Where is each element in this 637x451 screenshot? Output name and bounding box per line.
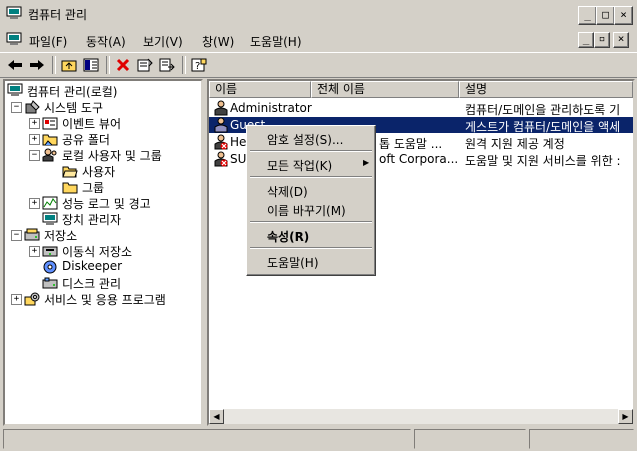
tree-item-groups[interactable]: 그룹 [82, 179, 104, 196]
tree-item-device-manager[interactable]: 장치 관리자 [62, 211, 121, 228]
list-row-administrator[interactable]: Administrator 컴퓨터/도메인을 관리하도록 기 [209, 100, 633, 117]
minimize-button[interactable]: _ [578, 6, 597, 25]
horizontal-scrollbar[interactable]: ◀ ▶ [209, 409, 633, 424]
tree-item-services-apps[interactable]: 서비스 및 응용 프로그램 [44, 291, 166, 308]
expand-icon[interactable]: + [11, 294, 22, 305]
event-viewer-icon [42, 117, 58, 130]
context-menu: 암호 설정(S)... 모든 작업(K) ▶ 삭제(D) 이름 바꾸기(M) 속… [246, 125, 376, 276]
computer-icon [7, 83, 23, 96]
user-icon [214, 117, 228, 133]
child-restore-button[interactable]: ▫ [594, 32, 610, 48]
user-full-name: oft Corpora... [379, 152, 459, 166]
column-header-description[interactable]: 설명 [459, 81, 633, 98]
column-header-name[interactable]: 이름 [209, 81, 311, 98]
tree-item-event-viewer[interactable]: 이벤트 뷰어 [62, 115, 121, 132]
menu-help[interactable]: 도움말(H) [250, 33, 302, 50]
expand-icon[interactable]: + [29, 118, 40, 129]
removable-storage-icon [42, 246, 58, 257]
submenu-arrow-icon: ▶ [363, 158, 370, 167]
expand-icon[interactable]: + [29, 134, 40, 145]
menu-view[interactable]: 보기(V) [143, 33, 183, 50]
console-tree: 컴퓨터 관리(로컬) − 시스템 도구 + 이벤트 뷰어 + 공유 폴더 − 로… [3, 79, 203, 426]
menu-item-help[interactable]: 도움말(H) [267, 254, 319, 271]
tree-root-computer-management[interactable]: 컴퓨터 관리(로컬) [27, 83, 117, 100]
user-icon [214, 100, 228, 116]
disabled-user-icon [214, 134, 228, 150]
tree-item-local-users-groups[interactable]: 로컬 사용자 및 그룹 [62, 147, 162, 164]
tree-item-disk-management[interactable]: 디스크 관리 [62, 275, 121, 292]
show-hide-tree-icon[interactable] [82, 56, 100, 74]
tree-item-system-tools[interactable]: 시스템 도구 [44, 99, 103, 116]
tree-item-users[interactable]: 사용자 [82, 163, 115, 180]
tree-item-performance-logs[interactable]: 성능 로그 및 경고 [62, 195, 151, 212]
user-full-name: 톱 도움말 ... [379, 137, 443, 151]
status-bar-main [3, 429, 411, 449]
collapse-icon[interactable]: − [11, 102, 22, 113]
scroll-left-icon[interactable]: ◀ [209, 409, 224, 424]
storage-icon [24, 228, 40, 241]
menu-item-properties[interactable]: 속성(R) [267, 228, 309, 245]
column-header-full-name[interactable]: 전체 이름 [311, 81, 459, 98]
user-name: Administrator [230, 101, 312, 115]
title-bar: 컴퓨터 관리 _ □ × [0, 0, 637, 28]
close-button[interactable]: × [614, 6, 633, 25]
collapse-icon[interactable]: − [29, 150, 40, 161]
computer-management-icon [6, 6, 22, 19]
menu-item-all-tasks[interactable]: 모든 작업(K) [267, 157, 332, 174]
expand-icon[interactable]: + [29, 198, 40, 209]
back-arrow-icon[interactable] [6, 56, 24, 74]
collapse-icon[interactable]: − [11, 230, 22, 241]
tree-item-storage[interactable]: 저장소 [44, 227, 77, 244]
menu-bar: 파일(F) 동작(A) 보기(V) 창(W) 도움말(H) _ ▫ × [0, 29, 637, 51]
menu-window[interactable]: 창(W) [202, 33, 234, 50]
tree-item-diskeeper[interactable]: Diskeeper [62, 259, 122, 273]
user-description: 도움말 및 지원 서비스를 위한 : [465, 154, 621, 168]
tree-item-removable-storage[interactable]: 이동식 저장소 [62, 243, 132, 260]
device-manager-icon [42, 212, 58, 225]
toolbar: ? [0, 52, 637, 78]
help-icon[interactable]: ? [190, 56, 208, 74]
properties-icon[interactable] [136, 56, 154, 74]
child-minimize-button[interactable]: _ [578, 32, 594, 48]
child-window-icon[interactable] [6, 32, 22, 46]
performance-logs-icon [42, 196, 58, 210]
window-title: 컴퓨터 관리 [28, 8, 88, 22]
up-folder-icon[interactable] [60, 56, 78, 74]
menu-file[interactable]: 파일(F) [29, 33, 67, 50]
svg-text:?: ? [195, 61, 200, 72]
child-close-button[interactable]: × [613, 32, 629, 48]
user-description: 원격 지원 제공 계정 [465, 137, 565, 151]
disk-management-icon [42, 277, 58, 289]
open-folder-icon [62, 166, 78, 178]
folder-icon [62, 182, 78, 194]
system-tools-icon [25, 100, 40, 114]
export-list-icon[interactable] [158, 56, 176, 74]
disabled-user-icon [214, 151, 228, 167]
user-description: 컴퓨터/도메인을 관리하도록 기 [465, 103, 621, 117]
local-users-icon [42, 148, 57, 162]
expand-icon[interactable]: + [29, 246, 40, 257]
menu-action[interactable]: 동작(A) [86, 33, 126, 50]
forward-arrow-icon[interactable] [28, 56, 46, 74]
delete-icon[interactable] [114, 56, 132, 74]
maximize-button[interactable]: □ [596, 6, 615, 25]
status-bar-panel-3 [529, 429, 634, 449]
status-bar-panel-2 [414, 429, 526, 449]
user-description: 게스트가 컴퓨터/도메인을 액세 [465, 120, 621, 134]
menu-item-rename[interactable]: 이름 바꾸기(M) [267, 202, 346, 219]
shared-folder-icon [42, 134, 58, 146]
diskeeper-icon [43, 260, 57, 274]
tree-item-shared-folders[interactable]: 공유 폴더 [62, 131, 110, 148]
menu-item-delete[interactable]: 삭제(D) [267, 183, 308, 200]
menu-item-set-password[interactable]: 암호 설정(S)... [267, 131, 343, 148]
services-applications-icon [24, 292, 40, 306]
scroll-right-icon[interactable]: ▶ [618, 409, 633, 424]
